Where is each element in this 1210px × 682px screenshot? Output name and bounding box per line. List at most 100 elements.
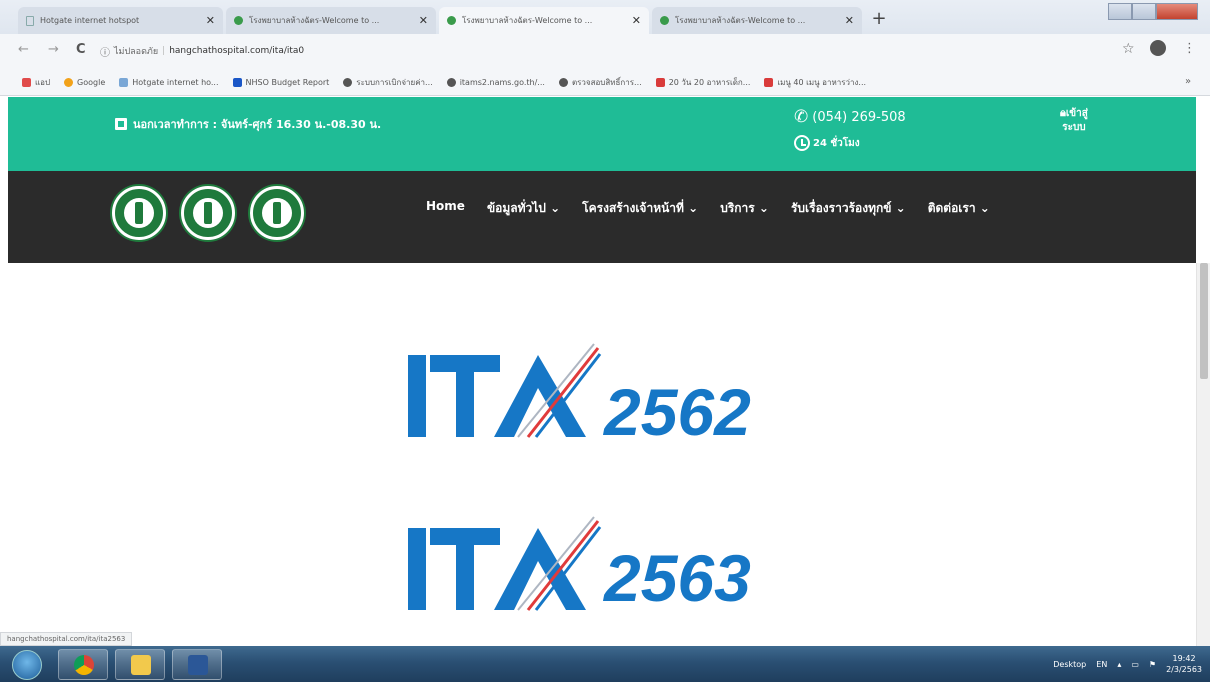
bookmarks-overflow-icon[interactable]: » (1185, 76, 1191, 87)
taskbar-clock[interactable]: 19:42 2/3/2563 (1166, 653, 1202, 675)
taskbar-word[interactable] (172, 649, 222, 680)
globe-icon (660, 16, 669, 25)
menu-general-info[interactable]: ข้อมูลทั่วไป ⌄ (487, 199, 560, 218)
chrome-icon (74, 655, 94, 675)
page-icon (26, 15, 34, 26)
folder-icon (131, 655, 151, 675)
security-label: ไม่ปลอดภัย (114, 47, 159, 57)
open-24-text: 24 ชั่วโมง (813, 137, 860, 149)
page-scrollbar[interactable] (1196, 263, 1210, 646)
clock-icon (794, 135, 810, 151)
phone-contact[interactable]: ✆ (054) 269-508 (794, 107, 906, 127)
chevron-down-icon: ⌄ (758, 201, 769, 215)
browser-tab-3[interactable]: โรงพยาบาลห้างฉัตร-Welcome to ... ✕ (439, 7, 649, 34)
close-icon[interactable]: ✕ (632, 14, 641, 27)
site-navbar: Home ข้อมูลทั่วไป ⌄ โครงสร้างเจ้าหน้าที่… (8, 171, 1196, 263)
close-icon[interactable]: ✕ (419, 14, 428, 27)
kebab-menu-icon[interactable]: ⋮ (1183, 41, 1196, 56)
menu-home[interactable]: Home (426, 199, 465, 218)
close-icon[interactable]: ✕ (206, 14, 215, 27)
url-text: hangchathospital.com/ita/ita0 (169, 46, 305, 56)
phone-icon: ✆ (794, 107, 809, 127)
network-icon[interactable]: ▭ (1131, 660, 1139, 669)
status-url: hangchathospital.com/ita/ita2563 (0, 632, 133, 646)
ministry-emblem-logo[interactable] (250, 186, 304, 240)
profile-avatar[interactable] (1150, 40, 1166, 56)
page-icon (119, 78, 129, 87)
bookmark-icon (764, 78, 774, 87)
globe-icon (558, 78, 568, 87)
menu-services[interactable]: บริการ ⌄ (720, 199, 769, 218)
login-link[interactable]: 🔒︎เข้าสู่ ระบบ (1060, 106, 1088, 135)
bookmark-nhso[interactable]: NHSO Budget Report (232, 78, 329, 87)
clock-time: 19:42 (1172, 654, 1196, 663)
ita-year: 2563 (602, 541, 751, 615)
maximize-button[interactable] (1132, 3, 1156, 20)
nhso-icon (232, 78, 242, 87)
browser-tab-strip: Hotgate internet hotspot ✕ โรงพยาบาลห้าง… (0, 0, 1210, 34)
calendar-icon (115, 118, 127, 130)
chevron-down-icon: ⌄ (550, 201, 561, 215)
site-topbar: นอกเวลาทำการ : จันทร์-ศุกร์ 16.30 น.-08.… (8, 97, 1196, 171)
tab-title: โรงพยาบาลห้างฉัตร-Welcome to ... (462, 16, 593, 25)
window-close-button[interactable] (1156, 3, 1198, 20)
main-menu: Home ข้อมูลทั่วไป ⌄ โครงสร้างเจ้าหน้าที่… (426, 199, 990, 218)
reload-button[interactable]: C (76, 42, 86, 57)
clock-date: 2/3/2563 (1166, 665, 1202, 674)
tab-title: Hotgate internet hotspot (40, 16, 140, 25)
language-indicator[interactable]: EN (1096, 660, 1107, 669)
bookmark-7[interactable]: 20 วัน 20 อาหารเด็ก... (655, 76, 750, 89)
globe-icon (234, 16, 243, 25)
start-button[interactable] (12, 650, 42, 680)
bookmarks-bar: แอป Google Hotgate internet ho... NHSO B… (0, 70, 1210, 96)
taskbar-explorer[interactable] (115, 649, 165, 680)
tab-title: โรงพยาบาลห้างฉัตร-Welcome to ... (249, 16, 380, 25)
info-icon[interactable]: ⓘ (100, 44, 110, 59)
globe-icon (343, 78, 353, 87)
star-icon[interactable]: ☆ (1122, 41, 1135, 57)
apps-grid-icon (22, 78, 31, 87)
tab-title: โรงพยาบาลห้างฉัตร-Welcome to ... (675, 16, 806, 25)
bookmark-4[interactable]: ระบบการเบิกจ่ายค่า... (343, 76, 433, 89)
ministry-emblem-logo[interactable] (181, 186, 235, 240)
minimize-button[interactable] (1108, 3, 1132, 20)
chevron-down-icon: ⌄ (979, 201, 990, 215)
system-tray: Desktop EN ▴ ▭ ⚑ 19:42 2/3/2563 (1053, 646, 1210, 682)
chevron-down-icon: ⌄ (895, 201, 906, 215)
menu-staff-structure[interactable]: โครงสร้างเจ้าหน้าที่ ⌄ (582, 199, 698, 218)
google-icon (64, 78, 74, 87)
browser-tab-4[interactable]: โรงพยาบาลห้างฉัตร-Welcome to ... ✕ (652, 7, 862, 34)
bookmark-6[interactable]: ตรวจสอบสิทธิ์การ... (558, 76, 642, 89)
ita-year: 2562 (602, 375, 751, 445)
window-controls (1108, 3, 1198, 20)
flag-icon[interactable]: ⚑ (1149, 660, 1156, 669)
new-tab-button[interactable]: + (868, 9, 890, 31)
chevron-down-icon: ⌄ (688, 201, 699, 215)
bookmark-5[interactable]: itams2.nams.go.th/... (446, 78, 545, 87)
bookmark-google[interactable]: Google (64, 78, 105, 87)
phone-number: (054) 269-508 (812, 109, 906, 125)
back-button[interactable]: ← (18, 42, 29, 57)
office-hours-text: นอกเวลาทำการ : จันทร์-ศุกร์ 16.30 น.-08.… (133, 118, 382, 131)
ita-2562-banner[interactable]: 2562 (408, 340, 808, 445)
globe-icon (446, 78, 456, 87)
bookmark-8[interactable]: เมนู 40 เมนู อาหารว่าง... (764, 76, 866, 89)
bookmark-hotgate[interactable]: Hotgate internet ho... (119, 78, 219, 87)
word-icon (188, 655, 208, 675)
taskbar-chrome[interactable] (58, 649, 108, 680)
menu-complaints[interactable]: รับเรื่องราวร้องทุกข์ ⌄ (791, 199, 906, 218)
menu-contact[interactable]: ติดต่อเรา ⌄ (928, 199, 990, 218)
url-field[interactable]: ⓘ ไม่ปลอดภัย | hangchathospital.com/ita/… (100, 40, 1100, 62)
forward-button[interactable]: → (48, 42, 59, 57)
ministry-emblem-logo[interactable] (112, 186, 166, 240)
browser-tab-1[interactable]: Hotgate internet hotspot ✕ (18, 7, 223, 34)
browser-tab-2[interactable]: โรงพยาบาลห้างฉัตร-Welcome to ... ✕ (226, 7, 436, 34)
scrollbar-thumb[interactable] (1200, 263, 1208, 379)
desktop-toolbar[interactable]: Desktop (1053, 660, 1086, 669)
tray-arrow-icon[interactable]: ▴ (1117, 660, 1121, 669)
globe-icon (447, 16, 456, 25)
close-icon[interactable]: ✕ (845, 14, 854, 27)
bookmark-apps[interactable]: แอป (22, 76, 50, 89)
windows-taskbar: Desktop EN ▴ ▭ ⚑ 19:42 2/3/2563 (0, 646, 1210, 682)
ita-2563-banner[interactable]: 2563 (408, 513, 808, 618)
